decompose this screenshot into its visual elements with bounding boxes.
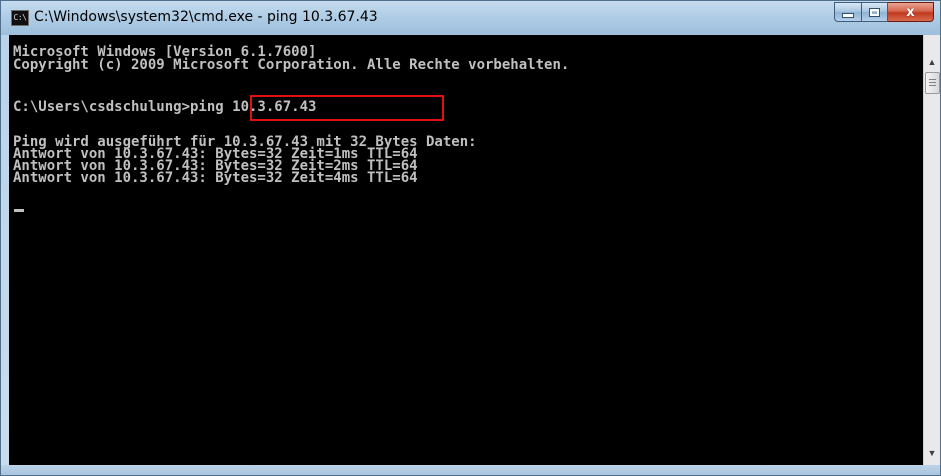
maximize-icon <box>869 7 880 17</box>
minimize-button[interactable] <box>834 2 862 22</box>
window-controls: x <box>834 2 934 23</box>
close-button[interactable]: x <box>888 2 934 22</box>
arrow-down-icon[interactable]: ▼ <box>924 444 940 461</box>
thumb-grip-line <box>929 79 936 80</box>
minimize-icon <box>842 12 854 18</box>
text-cursor <box>14 209 24 212</box>
window-title: C:\Windows\system32\cmd.exe - ping 10.3.… <box>34 9 378 25</box>
window-bottom-border <box>1 465 940 475</box>
title-bar[interactable]: C:\ C:\Windows\system32\cmd.exe - ping 1… <box>1 1 940 35</box>
maximize-button[interactable] <box>862 2 888 22</box>
cmd-app-icon[interactable]: C:\ <box>11 10 29 26</box>
arrow-up-icon[interactable]: ▲ <box>924 53 940 70</box>
close-icon: x <box>906 4 915 20</box>
console-output[interactable]: Microsoft Windows [Version 6.1.7600] Cop… <box>9 35 923 465</box>
thumb-grip-line <box>929 82 936 83</box>
command-highlight-box <box>250 95 444 121</box>
vertical-scrollbar[interactable]: ▲ ▼ <box>923 35 940 465</box>
console-line: Copyright (c) 2009 Microsoft Corporation… <box>13 57 570 73</box>
thumb-grip-line <box>929 85 936 86</box>
cmd-window: C:\ C:\Windows\system32\cmd.exe - ping 1… <box>0 0 941 476</box>
console-line: Antwort von 10.3.67.43: Bytes=32 Zeit=4m… <box>13 170 418 186</box>
scrollbar-thumb[interactable] <box>925 72 940 94</box>
